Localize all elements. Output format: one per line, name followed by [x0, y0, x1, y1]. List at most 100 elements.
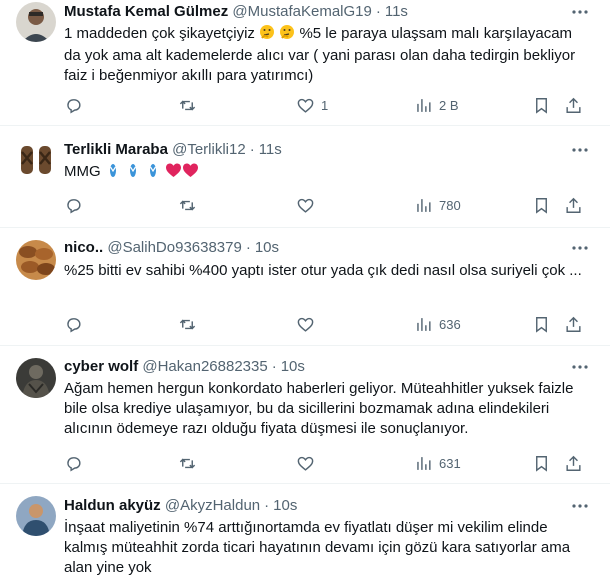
tweet-5[interactable]: Haldun akyüz @AkyzHaldun · 10s İnşaat mali…: [0, 484, 610, 579]
bookmark-button[interactable]: [532, 195, 551, 215]
share-button[interactable]: [564, 453, 583, 473]
author-name[interactable]: Mustafa Kemal Gülmez: [64, 3, 228, 20]
retweet-button[interactable]: [178, 314, 197, 334]
share-icon: [566, 316, 581, 332]
tweet-actions: 636: [58, 314, 588, 334]
author-handle[interactable]: @AkyzHaldun: [165, 497, 260, 514]
like-button[interactable]: [296, 314, 315, 334]
tweet-header: Haldun akyüz @AkyzHaldun · 10s: [64, 496, 297, 516]
reply-icon: [67, 456, 81, 471]
share-button[interactable]: [564, 195, 583, 215]
tweet-time[interactable]: 10s: [281, 358, 305, 375]
separator-dot: ·: [249, 141, 255, 158]
avatar[interactable]: [16, 358, 56, 398]
tweet-2[interactable]: Terlikli Maraba @Terlikli12 · 11s MMG 78…: [0, 126, 610, 228]
avatar[interactable]: [16, 140, 56, 180]
tweet-text-part: Ağam hemen hergun konkordato haberleri g…: [64, 380, 574, 437]
tweet-time[interactable]: 10s: [255, 239, 279, 256]
bookmark-icon: [536, 197, 547, 214]
tweet-header: Mustafa Kemal Gülmez @MustafaKemalG19 · 11…: [64, 2, 408, 22]
bookmark-button[interactable]: [532, 314, 551, 334]
views-count: 631: [439, 455, 461, 471]
tweet-header: cyber wolf @Hakan26882335 · 10s: [64, 357, 305, 377]
bookmark-icon: [536, 97, 547, 114]
avatar[interactable]: [16, 2, 56, 42]
bookmark-button[interactable]: [532, 95, 551, 115]
author-name[interactable]: Terlikli Maraba: [64, 141, 168, 158]
flip-flop-emoji-icon: [145, 162, 161, 184]
tweet-time[interactable]: 10s: [273, 497, 297, 514]
views-icon: [417, 198, 431, 212]
separator-dot: ·: [271, 358, 277, 375]
retweet-icon: [179, 458, 196, 468]
views-icon: [417, 456, 431, 470]
more-options-icon[interactable]: [570, 357, 590, 377]
thinking-face-emoji-icon: [279, 24, 295, 46]
author-name[interactable]: nico..: [64, 239, 103, 256]
tweet-text: İnşaat maliyetinin %74 arttığınortamda e…: [64, 518, 584, 578]
bookmark-icon: [536, 316, 547, 333]
avatar[interactable]: [16, 240, 56, 280]
tweet-text-part: MMG: [64, 163, 101, 180]
reply-icon: [67, 98, 81, 113]
share-icon: [566, 197, 581, 213]
separator-dot: ·: [245, 239, 251, 256]
like-button[interactable]: [296, 195, 315, 215]
views-count: 2 B: [439, 97, 459, 113]
retweet-button[interactable]: [178, 195, 197, 215]
author-handle[interactable]: @Terlikli12: [172, 141, 246, 158]
views-count: 636: [439, 316, 461, 332]
tweet-actions: 631: [58, 453, 588, 473]
more-options-icon[interactable]: [570, 238, 590, 258]
bookmark-button[interactable]: [532, 453, 551, 473]
author-handle[interactable]: @MustafaKemalG19: [232, 3, 371, 20]
views-button[interactable]: 636: [414, 314, 461, 334]
tweet-text: 1 maddeden çok şikayetçiyiz %5 le paraya…: [64, 24, 584, 86]
reply-button[interactable]: [64, 453, 83, 473]
tweet-4[interactable]: cyber wolf @Hakan26882335 · 10s Ağam hemen…: [0, 346, 610, 484]
red-heart-emoji-icon: [165, 162, 182, 184]
more-options-icon[interactable]: [570, 2, 590, 22]
more-options-icon[interactable]: [570, 140, 590, 160]
tweet-header: nico.. @SalihDo93638379 · 10s: [64, 238, 279, 258]
tweet-1[interactable]: Mustafa Kemal Gülmez @MustafaKemalG19 · 11…: [0, 0, 610, 126]
tweet-time[interactable]: 11s: [385, 3, 408, 20]
tweet-text-part: 1 maddeden çok şikayetçiyiz: [64, 25, 260, 42]
views-button[interactable]: 631: [414, 453, 461, 473]
share-button[interactable]: [564, 95, 583, 115]
share-button[interactable]: [564, 314, 583, 334]
retweet-button[interactable]: [178, 453, 197, 473]
more-options-icon[interactable]: [570, 496, 590, 516]
heart-icon: [297, 317, 314, 332]
reply-button[interactable]: [64, 195, 83, 215]
retweet-button[interactable]: [178, 95, 197, 115]
red-heart-emoji-icon: [182, 162, 199, 184]
tweet-actions: 780: [58, 195, 588, 215]
avatar[interactable]: [16, 496, 56, 536]
tweet-text-part: %25 bitti ev sahibi %400 yaptı ister otu…: [64, 262, 582, 279]
views-count: 780: [439, 197, 461, 213]
author-handle[interactable]: @Hakan26882335: [142, 358, 267, 375]
tweet-actions: 1 2 B: [58, 95, 588, 115]
author-handle[interactable]: @SalihDo93638379: [107, 239, 242, 256]
tweet-text: %25 bitti ev sahibi %400 yaptı ister otu…: [64, 261, 584, 281]
timeline-feed: Mustafa Kemal Gülmez @MustafaKemalG19 · 11…: [0, 0, 610, 579]
tweet-text: Ağam hemen hergun konkordato haberleri g…: [64, 379, 584, 439]
views-button[interactable]: 780: [414, 195, 461, 215]
heart-icon: [297, 456, 314, 471]
views-button[interactable]: 2 B: [414, 95, 459, 115]
tweet-3[interactable]: nico.. @SalihDo93638379 · 10s %25 bitti ev…: [0, 228, 610, 346]
tweet-time[interactable]: 11s: [259, 141, 282, 158]
tweet-text-part: İnşaat maliyetinin %74 arttığınortamda e…: [64, 519, 571, 576]
like-button[interactable]: [296, 453, 315, 473]
separator-dot: ·: [375, 3, 381, 20]
separator-dot: ·: [264, 497, 270, 514]
author-name[interactable]: Haldun akyüz: [64, 497, 161, 514]
like-button[interactable]: 1: [296, 95, 328, 115]
heart-icon: [297, 198, 314, 213]
tweet-header: Terlikli Maraba @Terlikli12 · 11s: [64, 140, 282, 160]
author-name[interactable]: cyber wolf: [64, 358, 138, 375]
reply-button[interactable]: [64, 95, 83, 115]
reply-button[interactable]: [64, 314, 83, 334]
bookmark-icon: [536, 455, 547, 472]
